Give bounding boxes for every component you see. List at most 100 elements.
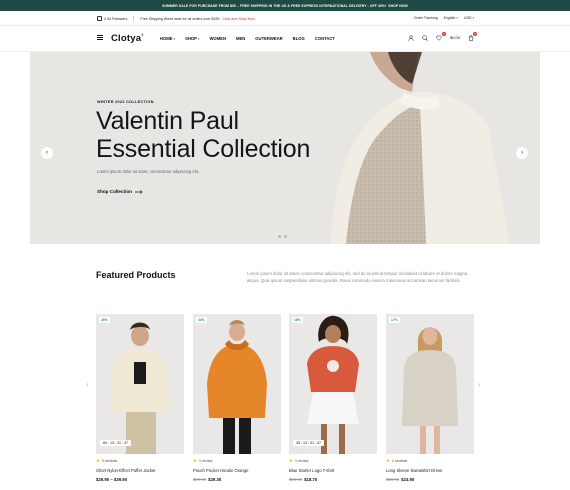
followers-count[interactable]: 2.94 Followers bbox=[104, 17, 127, 21]
nav-item-shop[interactable]: SHOP ▾ bbox=[185, 36, 199, 41]
shop-collection-label: Shop Collection bbox=[97, 189, 132, 194]
review-count: 2 reviews bbox=[102, 459, 118, 463]
cart-total[interactable]: $0.00 bbox=[450, 35, 460, 40]
hero-eyebrow: WINTER 2022 COLLECTION bbox=[97, 100, 154, 104]
product-image[interactable]: 33% bbox=[193, 314, 281, 454]
nav-item-outerwear[interactable]: OUTERWEAR bbox=[255, 36, 282, 41]
discount-badge: 16% bbox=[292, 317, 303, 323]
price-current: $18.70 bbox=[304, 477, 318, 482]
discount-badge: 26% bbox=[99, 317, 110, 323]
hero-model-image bbox=[300, 52, 540, 244]
star-icon: ★ bbox=[96, 458, 101, 463]
product-name[interactable]: Long Sleeve Sweatshirt Dress bbox=[386, 468, 474, 473]
divider bbox=[133, 16, 135, 21]
rating-row: ★ 1 review bbox=[289, 458, 377, 464]
price-current: $29.90 – $39.90 bbox=[96, 477, 128, 482]
nav-item-home[interactable]: HOME ▾ bbox=[160, 36, 175, 41]
price-current: $24.90 bbox=[401, 477, 415, 482]
product-price: $22.90 $18.70 bbox=[289, 477, 377, 482]
product-card[interactable]: 16% 35 : 13 : 31 : 47 ★ 1 review Blue Sta… bbox=[289, 314, 377, 482]
hero-title: Valentin Paul Essential Collection bbox=[96, 107, 310, 163]
nav-item-men[interactable]: MEN bbox=[236, 36, 245, 41]
site-logo[interactable]: Clotya® bbox=[111, 33, 144, 44]
hero-next-button[interactable]: › bbox=[516, 147, 528, 159]
product-price: $29.90 $29.30 bbox=[193, 477, 281, 482]
chevron-down-icon: ▾ bbox=[197, 36, 200, 41]
hero-slider: WINTER 2022 COLLECTION Valentin Paul Ess… bbox=[30, 52, 540, 244]
product-name[interactable]: Pouch Pocket Hoodie Orange bbox=[193, 468, 281, 473]
currency-select[interactable]: USD▾ bbox=[464, 16, 474, 20]
currency-label: USD bbox=[463, 16, 472, 20]
hero-title-line-1: Valentin Paul bbox=[96, 107, 239, 135]
price-old: $22.90 bbox=[289, 477, 303, 482]
product-photo-sweatshirt-dress bbox=[386, 314, 474, 454]
search-icon[interactable] bbox=[422, 34, 429, 41]
products-next-icon[interactable]: › bbox=[478, 380, 481, 389]
star-icon: ★ bbox=[386, 458, 391, 463]
shipping-text: Free Shipping World wide for all orders … bbox=[140, 16, 221, 21]
review-count: 1 review bbox=[295, 459, 309, 463]
nav-label: SHOP bbox=[185, 36, 197, 41]
cart-icon[interactable]: 0 bbox=[467, 32, 477, 41]
discount-badge: 33% bbox=[196, 317, 207, 323]
chevron-down-icon: ▾ bbox=[456, 16, 458, 20]
product-card[interactable]: 33% ★ 1 review Pouch Pocket Hoodie Orange… bbox=[193, 314, 281, 482]
product-image[interactable]: 17% bbox=[386, 314, 474, 454]
shop-collection-button[interactable]: Shop Collection bbox=[97, 189, 143, 194]
utility-bar: 2.94 Followers Free Shipping World wide … bbox=[0, 11, 570, 26]
wishlist-count-badge: 0 bbox=[441, 32, 446, 36]
nav-item-contact[interactable]: CONTACT bbox=[315, 36, 335, 41]
product-photo-orange-hoodie bbox=[193, 314, 281, 454]
product-name[interactable]: Short Nylon-Effect Puffer Jacket bbox=[96, 468, 184, 473]
products-prev-icon[interactable]: ‹ bbox=[86, 380, 89, 389]
product-price: $29.90 – $39.90 bbox=[96, 477, 184, 482]
facebook-icon[interactable] bbox=[97, 16, 102, 21]
promo-text: SUMMER SALE FOR PURCHASE FROM $50 – FREE… bbox=[162, 3, 387, 8]
hero-prev-button[interactable]: ‹ bbox=[41, 147, 53, 159]
rating-row: ★ 2 reviews bbox=[96, 458, 184, 464]
featured-products-description: Lorem ipsum dolor sit amet, consectetur … bbox=[247, 271, 468, 283]
account-icon[interactable] bbox=[408, 34, 415, 41]
pagination-dot[interactable] bbox=[284, 235, 287, 238]
rating-row: ★ 2 reviews bbox=[386, 458, 474, 464]
chevron-left-icon: ‹ bbox=[46, 150, 48, 156]
countdown-timer: 35 : 13 : 31 : 47 bbox=[293, 440, 324, 446]
logo-mark: ® bbox=[141, 33, 144, 37]
product-card[interactable]: 26% 60 : 13 : 31 : 47 ★ 2 reviews Short N… bbox=[96, 314, 184, 482]
menu-icon[interactable] bbox=[97, 35, 103, 40]
price-old: $29.90 bbox=[193, 477, 207, 482]
promo-shop-now-link[interactable]: SHOP NOW bbox=[388, 4, 408, 8]
hero-subtitle: Lorem ipsum dolor sit amet, consectetur … bbox=[97, 169, 202, 174]
language-label: English bbox=[443, 16, 456, 20]
shipping-link[interactable]: Click and Shop Now. bbox=[222, 17, 255, 21]
product-photo-logo-tshirt bbox=[289, 314, 377, 454]
main-nav: HOME ▾ SHOP ▾ WOMEN MEN OUTERWEAR BLOG CON… bbox=[160, 36, 335, 41]
product-name[interactable]: Blue Starter Logo T-shirt bbox=[289, 468, 377, 473]
product-card[interactable]: 17% ★ 2 reviews Long Sleeve Sweatshirt Dr… bbox=[386, 314, 474, 482]
language-select[interactable]: English▾ bbox=[444, 16, 458, 20]
product-image[interactable]: 26% 60 : 13 : 31 : 47 bbox=[96, 314, 184, 454]
chevron-down-icon: ▾ bbox=[472, 16, 474, 20]
review-count: 2 reviews bbox=[392, 459, 408, 463]
chevron-right-icon: › bbox=[521, 150, 523, 156]
countdown-timer: 60 : 13 : 31 : 47 bbox=[100, 440, 131, 446]
featured-products-title: Featured Products bbox=[96, 270, 176, 280]
hero-title-line-2: Essential Collection bbox=[96, 135, 311, 163]
promo-bar: SUMMER SALE FOR PURCHASE FROM $50 – FREE… bbox=[0, 0, 570, 11]
arrow-right-icon bbox=[134, 189, 143, 194]
nav-item-women[interactable]: WOMEN bbox=[209, 36, 226, 41]
price-current: $29.30 bbox=[208, 477, 222, 482]
product-image[interactable]: 16% 35 : 13 : 31 : 47 bbox=[289, 314, 377, 454]
cart-count-badge: 0 bbox=[473, 32, 477, 36]
pagination-dot[interactable] bbox=[278, 235, 281, 238]
wishlist-icon[interactable]: 0 bbox=[436, 32, 446, 41]
product-photo-puffer-jacket bbox=[96, 314, 184, 454]
nav-item-blog[interactable]: BLOG bbox=[293, 36, 305, 41]
discount-badge: 17% bbox=[389, 317, 400, 323]
price-old: $28.90 bbox=[386, 477, 400, 482]
order-tracking-link[interactable]: Order Tracking bbox=[414, 16, 438, 20]
nav-label: HOME bbox=[160, 36, 173, 41]
product-price: $28.90 $24.90 bbox=[386, 477, 474, 482]
rating-row: ★ 1 review bbox=[193, 458, 281, 464]
main-header: Clotya® HOME ▾ SHOP ▾ WOMEN MEN OUTERWEAR … bbox=[0, 26, 570, 52]
